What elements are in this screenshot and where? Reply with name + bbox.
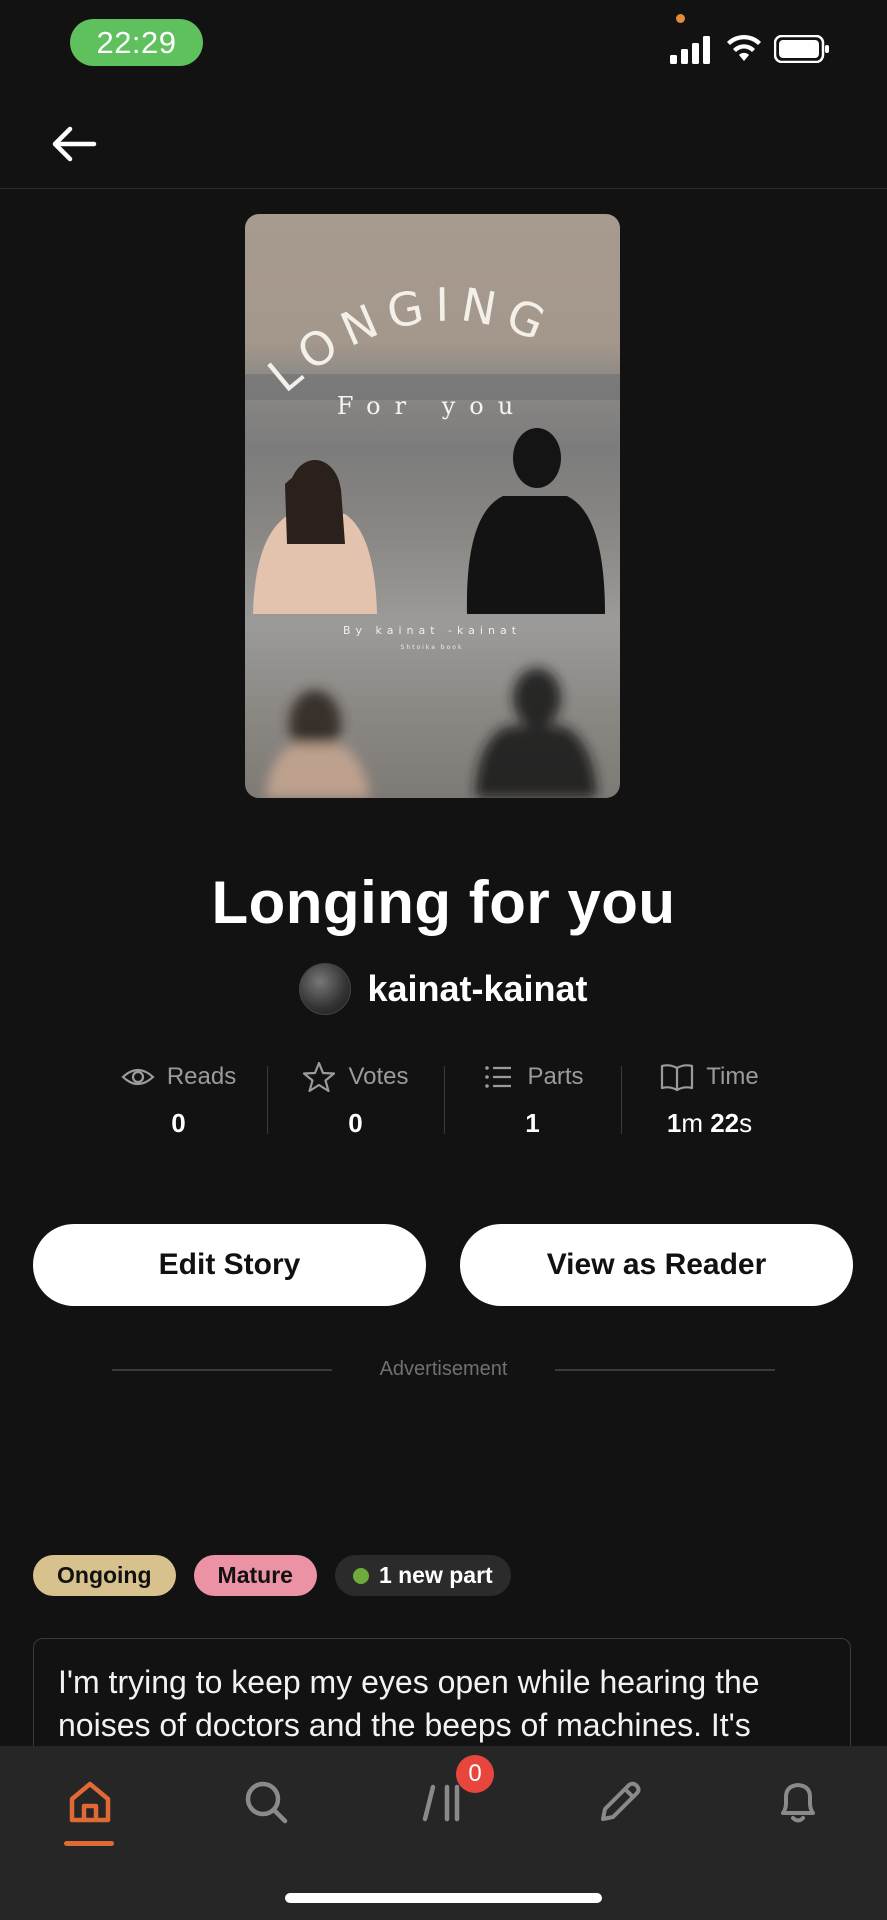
stat-votes-label: Votes (348, 1063, 409, 1090)
write-icon[interactable] (590, 1772, 650, 1832)
divider-line (112, 1368, 332, 1371)
battery-icon (773, 34, 830, 64)
status-time: 22:29 (70, 19, 203, 66)
tag-mature: Mature (193, 1555, 317, 1596)
author-row[interactable]: kainat-kainat (0, 963, 887, 1015)
stat-parts: Parts 1 (444, 1060, 621, 1140)
stat-time-label: Time (706, 1063, 759, 1090)
advertisement-separator: Advertisement (112, 1358, 775, 1381)
cover-subtitle-text: For you (337, 392, 527, 420)
cover-byline: By kainat -kainat (343, 624, 521, 637)
tag-ongoing: Ongoing (33, 1555, 176, 1596)
cellular-signal-icon (670, 36, 712, 64)
stat-reads-label: Reads (166, 1063, 237, 1090)
divider-line (555, 1368, 775, 1371)
eye-icon (121, 1068, 155, 1086)
new-part-dot-icon (352, 1567, 369, 1584)
author-name[interactable]: kainat-kainat (367, 968, 587, 1010)
star-icon (303, 1061, 336, 1093)
stat-time-seconds: 22 (710, 1108, 740, 1138)
stat-parts-label: Parts (527, 1063, 584, 1090)
story-tags: Ongoing Mature 1 new part (33, 1555, 511, 1596)
stat-parts-value: 1 (525, 1108, 540, 1138)
stat-reads: Reads 0 (90, 1060, 267, 1140)
book-icon (661, 1064, 694, 1092)
home-indicator[interactable] (285, 1893, 602, 1903)
home-active-indicator (64, 1841, 114, 1846)
wifi-icon (726, 33, 762, 63)
edit-story-button[interactable]: Edit Story (33, 1224, 426, 1306)
library-badge: 0 (456, 1755, 494, 1793)
story-cover-image: LONGING For you By kainat -kainat Shtoik… (245, 214, 620, 798)
stat-time-minutes-unit: m (681, 1108, 711, 1138)
author-avatar[interactable] (299, 963, 352, 1015)
home-icon[interactable] (60, 1772, 120, 1832)
back-arrow-icon[interactable] (48, 118, 100, 170)
search-icon[interactable] (236, 1772, 296, 1832)
stat-time-value: 1m 22s (667, 1108, 752, 1139)
notifications-icon[interactable] (768, 1772, 828, 1832)
stat-time-seconds-unit: s (739, 1108, 753, 1138)
stat-reads-value: 0 (171, 1108, 186, 1138)
story-title: Longing for you (211, 869, 676, 936)
stat-time-minutes: 1 (666, 1108, 682, 1138)
advertisement-label: Advertisement (379, 1358, 508, 1380)
header-divider (0, 188, 887, 189)
tag-new-part: 1 new part (334, 1555, 511, 1596)
stat-votes-value: 0 (348, 1108, 363, 1138)
stat-votes: Votes 0 (267, 1060, 444, 1140)
stat-time: Time 1m 22s (621, 1060, 798, 1140)
cover-small-text: Shtoika book (401, 644, 464, 651)
privacy-indicator-dot (676, 14, 685, 23)
tag-new-part-label: 1 new part (378, 1562, 493, 1588)
list-icon (485, 1066, 512, 1088)
story-stats: Reads 0 Votes 0 Parts 1 Time 1m 22s (90, 1060, 798, 1140)
view-as-reader-button[interactable]: View as Reader (460, 1224, 853, 1306)
